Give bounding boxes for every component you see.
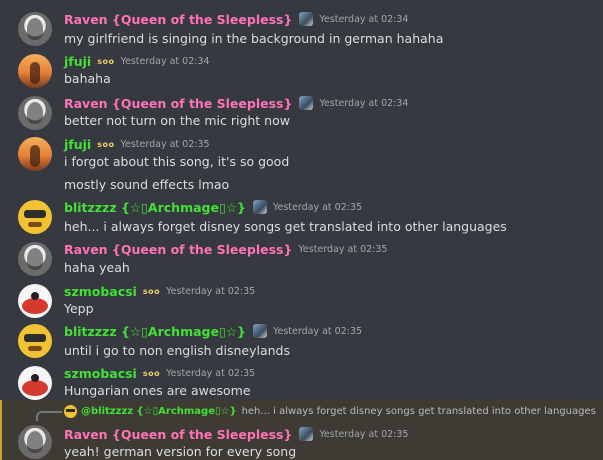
avatar[interactable] bbox=[18, 12, 52, 46]
timestamp[interactable]: Yesterday at 02:35 bbox=[273, 326, 362, 337]
chat-message-list: Raven {Queen of the Sleepless} Yesterday… bbox=[0, 0, 603, 460]
timestamp[interactable]: Yesterday at 02:35 bbox=[273, 202, 362, 213]
avatar[interactable] bbox=[18, 54, 52, 88]
timestamp[interactable]: Yesterday at 02:34 bbox=[319, 98, 408, 109]
avatar[interactable] bbox=[18, 284, 52, 318]
username[interactable]: Raven {Queen of the Sleepless} bbox=[64, 96, 292, 111]
username[interactable]: jfuji bbox=[64, 137, 91, 152]
role-badge-icon bbox=[299, 12, 314, 26]
role-badge-icon bbox=[252, 324, 267, 338]
role-badge-icon bbox=[252, 200, 267, 214]
message-text: bahaha bbox=[64, 71, 111, 86]
message-text: heh... i always forget disney songs get … bbox=[64, 219, 507, 234]
username[interactable]: blitzzzz {☆▯Archmage▯☆} bbox=[64, 324, 246, 339]
message-text: i forgot about this song, it's so good bbox=[64, 154, 290, 169]
timestamp[interactable]: Yesterday at 02:35 bbox=[166, 286, 255, 297]
message-text: haha yeah bbox=[64, 260, 130, 275]
reply-text[interactable]: heh... i always forget disney songs get … bbox=[242, 406, 596, 417]
message-text: mostly sound effects lmao bbox=[64, 177, 230, 192]
avatar[interactable] bbox=[18, 242, 52, 276]
avatar[interactable] bbox=[18, 366, 52, 400]
message-text: Hungarian ones are awesome bbox=[64, 383, 251, 398]
soo-badge: soo bbox=[142, 286, 161, 296]
username[interactable]: Raven {Queen of the Sleepless} bbox=[64, 427, 292, 442]
role-badge-icon bbox=[299, 96, 314, 110]
message-text: better not turn on the mic right now bbox=[64, 113, 290, 128]
avatar[interactable] bbox=[18, 96, 52, 130]
reply-username[interactable]: @blitzzzz {☆▯Archmage▯☆} bbox=[81, 406, 237, 417]
role-badge-icon bbox=[299, 427, 314, 441]
soo-badge: soo bbox=[142, 368, 161, 378]
username[interactable]: Raven {Queen of the Sleepless} bbox=[64, 12, 292, 27]
reply-preview[interactable]: @blitzzzz {☆▯Archmage▯☆} heh... i always… bbox=[64, 403, 596, 419]
avatar[interactable] bbox=[18, 137, 52, 171]
timestamp[interactable]: Yesterday at 02:35 bbox=[319, 429, 408, 440]
username[interactable]: blitzzzz {☆▯Archmage▯☆} bbox=[64, 200, 246, 215]
avatar[interactable] bbox=[18, 200, 52, 234]
avatar[interactable] bbox=[18, 324, 52, 358]
message-text: yeah! german version for every song bbox=[64, 444, 297, 459]
soo-badge: soo bbox=[97, 139, 115, 149]
message-text: until i go to non english disneylands bbox=[64, 343, 290, 358]
username[interactable]: Raven {Queen of the Sleepless} bbox=[64, 242, 292, 257]
message-text: Yepp bbox=[64, 301, 94, 316]
username[interactable]: jfuji bbox=[64, 54, 91, 69]
reply-connector bbox=[36, 411, 62, 421]
timestamp[interactable]: Yesterday at 02:35 bbox=[298, 244, 387, 255]
soo-badge: soo bbox=[97, 56, 115, 66]
timestamp[interactable]: Yesterday at 02:35 bbox=[166, 368, 255, 379]
message-text: my girlfriend is singing in the backgrou… bbox=[64, 31, 444, 46]
avatar[interactable] bbox=[18, 425, 52, 459]
timestamp[interactable]: Yesterday at 02:34 bbox=[120, 56, 209, 67]
timestamp[interactable]: Yesterday at 02:34 bbox=[319, 14, 408, 25]
reply-avatar bbox=[64, 404, 77, 418]
username[interactable]: szmobacsi bbox=[64, 366, 137, 381]
timestamp[interactable]: Yesterday at 02:35 bbox=[120, 139, 209, 150]
username[interactable]: szmobacsi bbox=[64, 284, 137, 299]
